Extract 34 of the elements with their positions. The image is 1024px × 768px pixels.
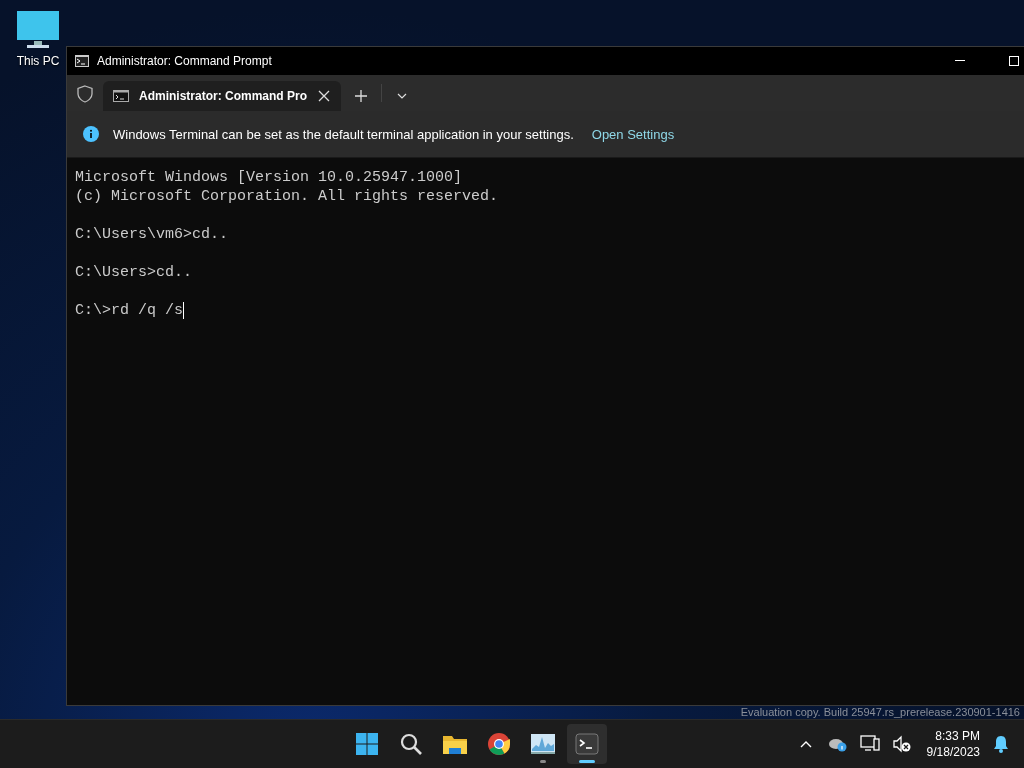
info-icon — [83, 126, 99, 142]
minimize-icon — [955, 60, 965, 62]
chevron-down-icon — [397, 93, 407, 99]
open-settings-link[interactable]: Open Settings — [591, 126, 675, 142]
network-icon[interactable] — [859, 735, 880, 753]
tab[interactable]: Administrator: Command Pro — [103, 81, 341, 111]
browser-icon — [487, 732, 512, 756]
terminal-line: Microsoft Windows [Version 10.0.25947.1000] — [75, 168, 463, 187]
bell-icon[interactable] — [993, 735, 1009, 753]
terminal-line: (c) Microsoft Corporation. All rights reserved. — [75, 187, 499, 206]
terminal-line: C:\Users>cd.. — [75, 263, 193, 282]
maximize-icon — [1009, 56, 1019, 66]
computer-monitor-icon[interactable] — [16, 10, 60, 50]
clock[interactable]: 8:33 PM 9/18/2023 — [926, 728, 980, 760]
muted-speaker-icon[interactable] — [891, 735, 912, 753]
plus-icon — [355, 90, 367, 102]
command-prompt-icon — [113, 90, 129, 102]
terminal-line: C:\Users\vm6>cd.. — [75, 225, 229, 244]
terminal-icon — [575, 733, 600, 755]
info-message: Windows Terminal can be set as the default terminal application in your settings. — [113, 126, 574, 142]
chevron-up-icon[interactable] — [799, 740, 812, 748]
window-title: Administrator: Command Prompt — [97, 54, 272, 68]
shield-icon — [77, 85, 93, 103]
folder-icon — [442, 733, 469, 755]
terminal-line: C:\>rd /q /s — [75, 301, 184, 320]
cloud-info-icon[interactable] — [827, 736, 848, 752]
watermark-text: Evaluation copy. Build 25947.rs_prerelease.230901-1416 — [740, 706, 1020, 718]
performance-chart-icon — [530, 733, 557, 755]
taskbar-app-button[interactable] — [567, 724, 608, 764]
search-icon — [399, 732, 424, 756]
desktop-icon-label[interactable]: This PC — [16, 54, 60, 68]
close-icon[interactable] — [317, 89, 331, 103]
windows-logo-icon — [355, 732, 380, 756]
terminal-icon — [75, 55, 89, 67]
